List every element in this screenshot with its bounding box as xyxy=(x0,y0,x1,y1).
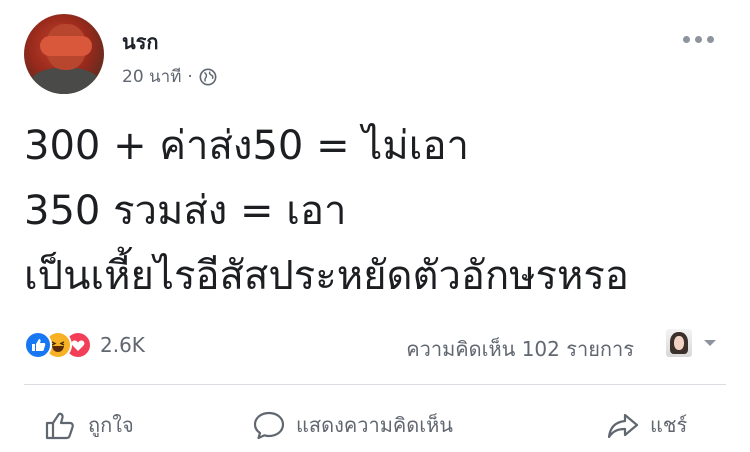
post-line-2: 350 รวมส่ง = เอา xyxy=(24,188,347,234)
thumbs-up-icon xyxy=(45,412,74,440)
reactions-count: 2.6K xyxy=(100,333,145,357)
globe-icon[interactable] xyxy=(199,68,217,86)
comment-button[interactable]: แสดงความคิดเห็น xyxy=(252,407,453,443)
actions-divider xyxy=(24,384,726,385)
comments-count[interactable]: ความคิดเห็น 102 รายการ xyxy=(406,333,634,365)
share-arrow-icon xyxy=(607,413,639,439)
facebook-post: นรก 20 นาที · 300 + ค่าส่ง50 = ไม่เอา 35… xyxy=(0,0,750,452)
author-avatar[interactable] xyxy=(24,14,104,94)
reactions-summary[interactable]: 2.6K xyxy=(24,330,145,360)
more-options-icon[interactable] xyxy=(683,32,723,46)
chevron-down-icon[interactable] xyxy=(703,338,717,348)
like-button[interactable]: ถูกใจ xyxy=(44,407,134,443)
post-body: 300 + ค่าส่ง50 = ไม่เอา 350 รวมส่ง = เอา… xyxy=(24,114,629,309)
like-label: ถูกใจ xyxy=(88,413,134,437)
post-line-1: 300 + ค่าส่ง50 = ไม่เอา xyxy=(24,123,469,169)
post-line-3: เป็นเหี้ยไรอีสัสประหยัดตัวอักษรหรอ xyxy=(24,253,629,299)
post-time[interactable]: 20 นาที xyxy=(122,63,181,90)
share-label: แชร์ xyxy=(650,413,688,437)
share-button[interactable]: แชร์ xyxy=(606,407,687,443)
meta-separator: · xyxy=(187,66,193,87)
author-name[interactable]: นรก xyxy=(122,26,159,58)
like-reaction-icon xyxy=(24,331,52,359)
comment-bubble-icon xyxy=(253,411,285,440)
viewer-avatar[interactable] xyxy=(666,329,692,357)
comment-label: แสดงความคิดเห็น xyxy=(296,413,453,437)
post-meta: 20 นาที · xyxy=(122,63,217,90)
